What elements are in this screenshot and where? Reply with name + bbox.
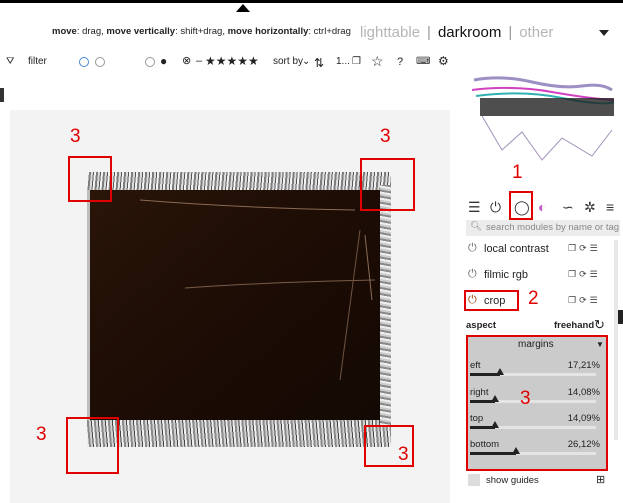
power-icon[interactable]: ⏻	[468, 242, 477, 255]
hint-key: move vertically	[106, 26, 176, 37]
hint-key: move horizontally	[227, 26, 309, 37]
histogram[interactable]	[462, 60, 620, 176]
filter-icon[interactable]: ⛛	[6, 56, 14, 67]
sort-order-icon[interactable]: ⇅	[314, 56, 324, 70]
sort-label: sort by	[273, 56, 304, 67]
rating-dash-icon[interactable]: –	[196, 55, 202, 67]
aspect-row[interactable]: aspect freehand ↻	[466, 317, 611, 334]
quick-access-icon[interactable]: ☰	[468, 199, 481, 216]
search-icon: 🔍︎	[470, 221, 483, 232]
left-panel-edge[interactable]	[0, 88, 4, 102]
hint-desc: : drag,	[76, 26, 107, 37]
grouping-icon[interactable]: ❐	[352, 56, 361, 67]
module-label: local contrast	[484, 243, 549, 255]
correct-group-icon[interactable]: ∽	[562, 199, 574, 216]
module-search-input[interactable]: 🔍︎ search modules by name or tag	[466, 220, 620, 236]
guides-label: show guides	[486, 475, 539, 486]
gear-icon[interactable]: ⚙	[438, 54, 449, 68]
guides-checkbox[interactable]	[468, 474, 480, 486]
star-icon[interactable]: ☆	[371, 53, 384, 70]
annotation-box-group	[509, 191, 533, 220]
module-group-bar: ☰ ⏻ ◯ ◐ ∽ ✲ ≡	[462, 195, 622, 219]
count-label: 1...	[336, 56, 350, 67]
annotation-label: 1	[512, 162, 523, 183]
show-guides-row[interactable]: show guides ⊞	[468, 474, 608, 490]
toggle-icon[interactable]: ●	[160, 54, 167, 68]
module-local-contrast[interactable]: ⏻ local contrast ❐⟳☰	[466, 239, 616, 261]
view-other[interactable]: other	[519, 24, 553, 41]
photo-content[interactable]	[90, 190, 380, 420]
hint-key: move	[52, 26, 77, 37]
view-lighttable[interactable]: lighttable	[360, 24, 420, 41]
menu-icon[interactable]: ≡	[606, 199, 614, 215]
annotation-label: 3	[70, 126, 81, 147]
help-icon[interactable]: ?	[397, 56, 403, 68]
module-filmic-rgb[interactable]: ⏻ filmic rgb ❐⟳☰	[466, 265, 616, 287]
module-label: filmic rgb	[484, 269, 529, 281]
annotation-box-corner	[360, 158, 415, 211]
grid-icon[interactable]: ⊞	[596, 473, 605, 486]
annotation-label: 3	[36, 424, 47, 445]
power-icon[interactable]: ⏻	[490, 199, 501, 216]
rating-stars[interactable]: ★★★★★	[205, 54, 259, 68]
color-filter-icon[interactable]	[95, 57, 105, 67]
aspect-label: aspect	[466, 320, 497, 331]
power-icon[interactable]: ⏻	[468, 268, 477, 281]
effect-group-icon[interactable]: ✲	[584, 199, 596, 216]
annotation-box-corner	[68, 156, 112, 202]
search-placeholder: search modules by name or tag	[486, 222, 620, 233]
color-filter-icon[interactable]	[79, 57, 89, 67]
aspect-value[interactable]: freehand	[554, 320, 594, 331]
color-group-icon[interactable]: ◐	[538, 199, 546, 215]
reject-icon[interactable]: ⊗	[182, 54, 191, 67]
module-actions-icon[interactable]: ❐⟳☰	[568, 243, 601, 254]
top-border	[0, 0, 623, 3]
reject-filter-icon[interactable]	[145, 57, 155, 67]
photo-film-edge	[87, 172, 391, 190]
hint-desc: : shift+drag,	[175, 26, 228, 37]
hint-text: move: drag, move vertically: shift+drag,…	[52, 26, 351, 37]
hint-desc: : ctrl+drag	[308, 26, 351, 37]
filter-label: filter	[28, 56, 47, 67]
collapse-top-arrow-icon[interactable]	[236, 4, 250, 12]
panel-scrollbar[interactable]	[614, 240, 618, 440]
annotation-label: 3	[380, 126, 391, 147]
module-actions-icon[interactable]: ❐⟳☰	[568, 295, 601, 306]
annotation-box-module	[464, 290, 519, 311]
view-darkroom[interactable]: darkroom	[438, 24, 501, 41]
annotation-label: 3	[520, 388, 531, 409]
aspect-rotate-icon[interactable]: ↻	[594, 317, 605, 333]
view-switcher: lighttable | darkroom | other	[360, 24, 554, 41]
annotation-box-margins	[466, 335, 608, 471]
chevron-down-icon[interactable]	[599, 30, 609, 36]
annotation-label: 2	[528, 288, 539, 309]
keyboard-icon[interactable]: ⌨	[416, 56, 430, 67]
annotation-label: 3	[398, 444, 409, 465]
module-actions-icon[interactable]: ❐⟳☰	[568, 269, 601, 280]
photo-film-edge	[87, 420, 391, 447]
annotation-box-corner	[66, 417, 119, 474]
sort-dropdown-icon[interactable]: ⌄	[302, 56, 310, 67]
photo-film-edge	[380, 185, 391, 425]
right-panel-edge[interactable]	[618, 310, 623, 324]
